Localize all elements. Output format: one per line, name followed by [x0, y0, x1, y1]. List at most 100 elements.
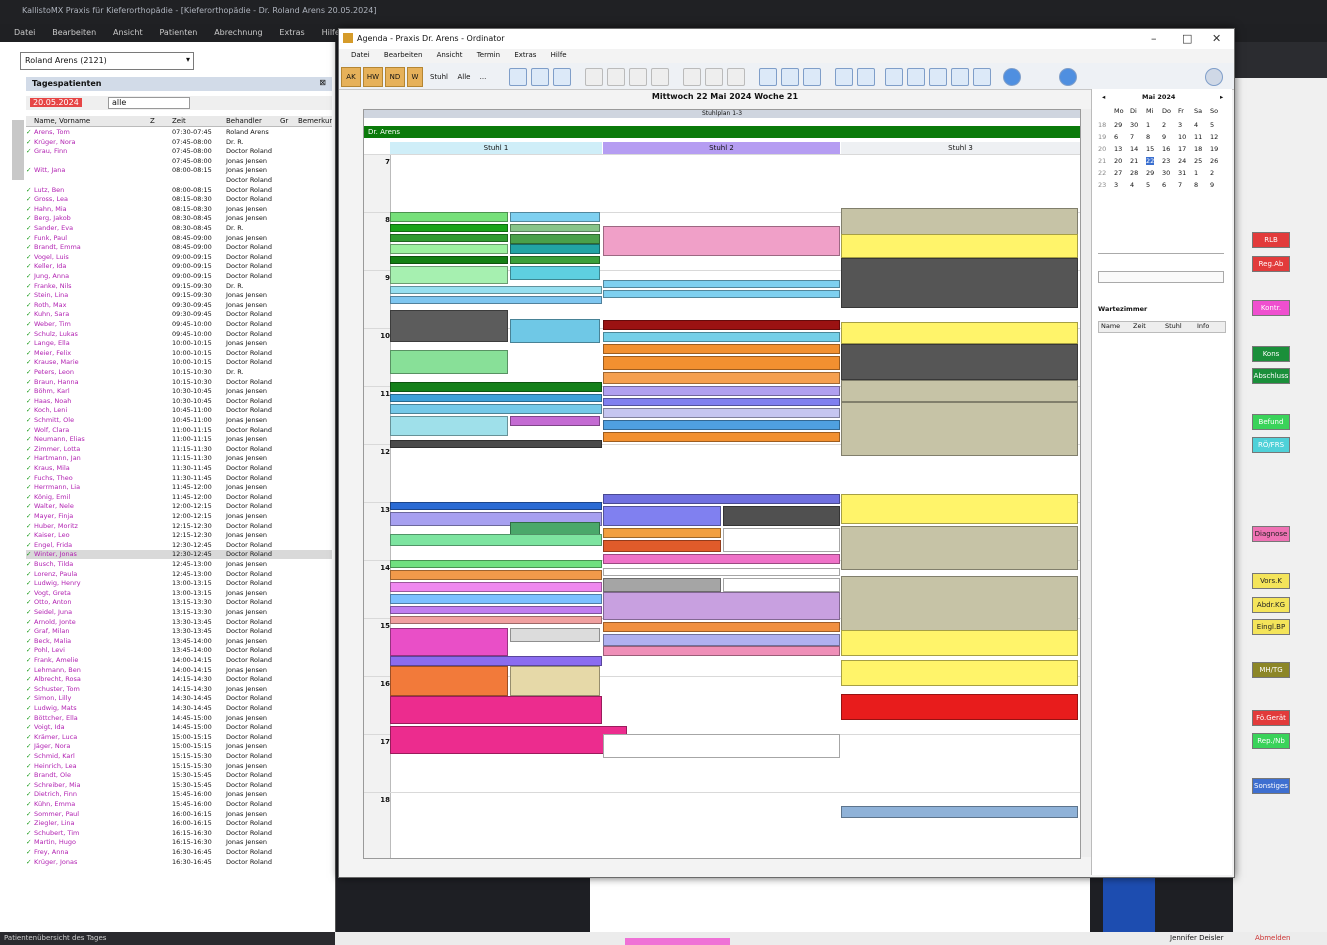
appointment-block[interactable] — [510, 319, 600, 343]
calendar-day[interactable]: 9 — [1210, 181, 1214, 189]
patient-row[interactable]: ✓ Busch, Tilda 12:45-13:00 Jonas Jensen — [26, 560, 332, 569]
appointment-block[interactable] — [603, 634, 840, 646]
calendar-day[interactable]: 1 — [1146, 121, 1150, 129]
calendar-day[interactable]: 5 — [1146, 181, 1150, 189]
appointment-block[interactable] — [723, 528, 840, 552]
pin-icon[interactable]: ⊠ — [319, 78, 326, 87]
appointment-block[interactable] — [510, 266, 600, 280]
patient-row[interactable]: ✓ Stein, Lina 09:15-09:30 Jonas Jensen — [26, 291, 332, 300]
patient-row[interactable]: ✓ Franke, Nils 09:15-09:30 Dr. R. — [26, 282, 332, 291]
calendar-day[interactable]: 4 — [1194, 121, 1198, 129]
appointment-block[interactable] — [841, 806, 1078, 818]
calendar-day[interactable]: 20 — [1114, 157, 1122, 165]
logout-link[interactable]: Abmelden — [1255, 934, 1291, 942]
toolbar-button[interactable]: ND — [385, 67, 405, 87]
zoom-in-icon[interactable] — [835, 68, 853, 86]
calendar-day[interactable]: 24 — [1178, 157, 1186, 165]
action-button[interactable]: Eingl.BP — [1252, 619, 1290, 635]
appointment-block[interactable] — [390, 310, 508, 342]
appointment-block[interactable] — [390, 582, 602, 592]
appointment-block[interactable] — [841, 380, 1078, 402]
calendar-day[interactable]: 12 — [1210, 133, 1218, 141]
patient-row[interactable]: ✓ Witt, Jana 08:00-08:15 Jonas Jensen — [26, 166, 332, 175]
patient-row[interactable]: ✓ Haas, Noah 10:30-10:45 Doctor Roland — [26, 397, 332, 406]
appointment-block[interactable] — [603, 554, 840, 564]
agenda-menu-item[interactable]: Termin — [477, 51, 500, 59]
grid-view-icon[interactable] — [973, 68, 991, 86]
agenda-menu-item[interactable]: Datei — [351, 51, 370, 59]
appointment-block[interactable] — [390, 570, 602, 580]
appointment-block[interactable] — [603, 386, 840, 396]
minimize-icon[interactable]: – — [1151, 32, 1157, 45]
calendar-day[interactable]: 3 — [1178, 121, 1182, 129]
calendar-day[interactable]: 29 — [1114, 121, 1122, 129]
patient-row[interactable]: ✓ Funk, Paul 08:45-09:00 Jonas Jensen — [26, 234, 332, 243]
toolbar-button[interactable]: Stuhl — [425, 67, 453, 87]
calendar-day[interactable]: 30 — [1162, 169, 1170, 177]
appointment-block[interactable] — [603, 578, 721, 592]
patient-row[interactable]: ✓ Frey, Anna 16:30-16:45 Doctor Roland — [26, 848, 332, 857]
patient-row[interactable]: ✓ Keller, Ida 09:00-09:15 Doctor Roland — [26, 262, 332, 271]
patient-row[interactable]: ✓ König, Emil 11:45-12:00 Doctor Roland — [26, 493, 332, 502]
calendar-day[interactable]: 19 — [1210, 145, 1218, 153]
appointment-block[interactable] — [390, 350, 508, 374]
toolbar-button[interactable]: HW — [363, 67, 383, 87]
action-button[interactable]: Befund — [1252, 414, 1290, 430]
patient-row[interactable]: ✓ Lange, Ella 10:00-10:15 Jonas Jensen — [26, 339, 332, 348]
patient-row[interactable]: ✓ Schuster, Tom 14:15-14:30 Jonas Jensen — [26, 685, 332, 694]
calendar-day[interactable]: 9 — [1162, 133, 1166, 141]
calendar-day[interactable]: 6 — [1114, 133, 1118, 141]
filter-select[interactable]: alle — [108, 97, 190, 109]
appointment-block[interactable] — [510, 628, 600, 642]
paste-icon[interactable] — [629, 68, 647, 86]
appointment-block[interactable] — [603, 332, 840, 342]
patient-row[interactable]: ✓ Ludwig, Mats 14:30-14:45 Doctor Roland — [26, 704, 332, 713]
appointment-block[interactable] — [390, 502, 602, 510]
save-icon[interactable] — [531, 68, 549, 86]
appointment-block[interactable] — [390, 212, 508, 222]
schedule-scrollbar[interactable] — [1081, 109, 1091, 857]
side-tab[interactable] — [12, 120, 24, 180]
agenda-menu-item[interactable]: Extras — [514, 51, 536, 59]
patient-row[interactable]: ✓ Vogel, Luis 09:00-09:15 Doctor Roland — [26, 253, 332, 262]
appointment-block[interactable] — [390, 616, 602, 624]
patient-row[interactable]: ✓ Wolf, Clara 11:00-11:15 Doctor Roland — [26, 426, 332, 435]
calendar-day[interactable]: 8 — [1146, 133, 1150, 141]
calendar-day[interactable]: 30 — [1130, 121, 1138, 129]
maximize-icon[interactable]: □ — [1182, 32, 1192, 45]
appointment-block[interactable] — [603, 290, 840, 298]
doctor-select[interactable]: Roland Arens (2121) ▾ — [20, 52, 194, 70]
patient-row[interactable]: ✓ Kaiser, Leo 12:15-12:30 Jonas Jensen — [26, 531, 332, 540]
appointment-block[interactable] — [390, 256, 508, 264]
appointment-block[interactable] — [841, 258, 1078, 308]
action-button[interactable]: Rep./Nb — [1252, 733, 1290, 749]
patient-row[interactable]: ✓ Weber, Tim 09:45-10:00 Doctor Roland — [26, 320, 332, 329]
col-header[interactable]: Name, Vorname — [34, 117, 90, 125]
patient-row[interactable]: ✓ Hahn, Mia 08:15-08:30 Jonas Jensen — [26, 205, 332, 214]
patient-row[interactable]: ✓ Böhm, Karl 10:30-10:45 Jonas Jensen — [26, 387, 332, 396]
help-icon[interactable] — [1003, 68, 1021, 86]
patient-row[interactable]: Doctor Roland — [26, 176, 332, 185]
action-button[interactable]: Sonstiges — [1252, 778, 1290, 794]
calendar-day[interactable]: 14 — [1130, 145, 1138, 153]
appointment-block[interactable] — [603, 506, 721, 526]
appointment-block[interactable] — [390, 594, 602, 604]
appointment-block[interactable] — [603, 622, 840, 632]
calendar-day[interactable]: 16 — [1162, 145, 1170, 153]
calendar-day[interactable]: 31 — [1178, 169, 1186, 177]
appointment-block[interactable] — [390, 696, 602, 724]
calendar-day[interactable]: 27 — [1114, 169, 1122, 177]
year-view-icon[interactable] — [951, 68, 969, 86]
calendar-day[interactable]: 7 — [1130, 133, 1134, 141]
appointment-block[interactable] — [723, 578, 840, 592]
toolbar-button[interactable]: AK — [341, 67, 361, 87]
appointment-block[interactable] — [603, 344, 840, 354]
appointment-block[interactable] — [510, 256, 600, 264]
patient-row[interactable]: ✓ Krüger, Jonas 16:30-16:45 Doctor Roland — [26, 858, 332, 867]
calendar-day[interactable]: 13 — [1114, 145, 1122, 153]
calendar-day[interactable]: 3 — [1114, 181, 1118, 189]
patient-row[interactable]: ✓ Winter, Jonas 12:30-12:45 Doctor Roland — [26, 550, 332, 560]
patient-row[interactable]: ✓ Kraus, Mila 11:30-11:45 Doctor Roland — [26, 464, 332, 473]
patient-row[interactable]: ✓ Martin, Hugo 16:15-16:30 Jonas Jensen — [26, 838, 332, 847]
col-header[interactable]: Zeit — [172, 117, 186, 125]
